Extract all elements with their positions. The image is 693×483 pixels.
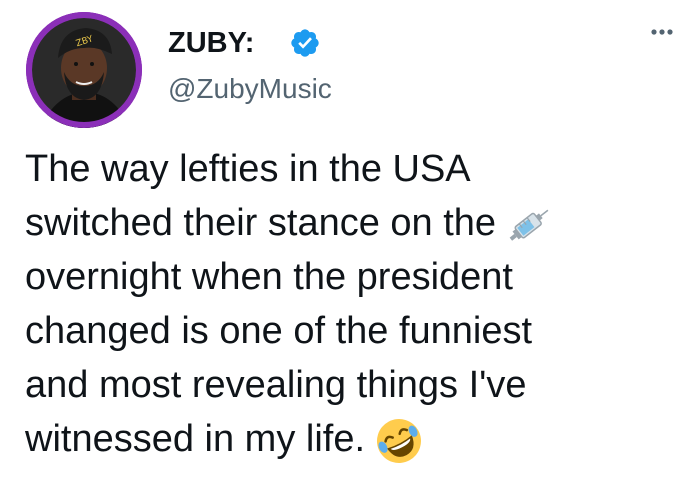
tweet-line: and most revealing things I've bbox=[25, 364, 527, 406]
tweet-line: changed is one of the funniest bbox=[25, 310, 533, 352]
tweet-line-text: switched their stance on the bbox=[25, 202, 497, 244]
tweet-line-text: witnessed in my life. bbox=[25, 418, 366, 460]
verified-badge-icon bbox=[291, 29, 319, 57]
tweet-line: The way lefties in the USA bbox=[25, 148, 471, 190]
display-name[interactable]: ZUBY: bbox=[168, 26, 254, 60]
tweet-line: witnessed in my life. bbox=[25, 412, 675, 466]
syringe-emoji bbox=[509, 209, 549, 241]
rolling-on-floor-laughing-emoji bbox=[377, 418, 422, 463]
user-handle[interactable]: @ZubyMusic bbox=[168, 72, 332, 106]
tweet-line: switched their stance on the bbox=[25, 196, 675, 250]
more-options-icon[interactable] bbox=[642, 20, 682, 44]
tweet-line: overnight when the president bbox=[25, 256, 513, 298]
tweet-card: ZBY ZUBY: @ZubyMusic The way lefties in … bbox=[0, 0, 693, 483]
avatar[interactable]: ZBY bbox=[26, 12, 142, 128]
tweet-text: The way lefties in the USA switched thei… bbox=[25, 142, 675, 466]
